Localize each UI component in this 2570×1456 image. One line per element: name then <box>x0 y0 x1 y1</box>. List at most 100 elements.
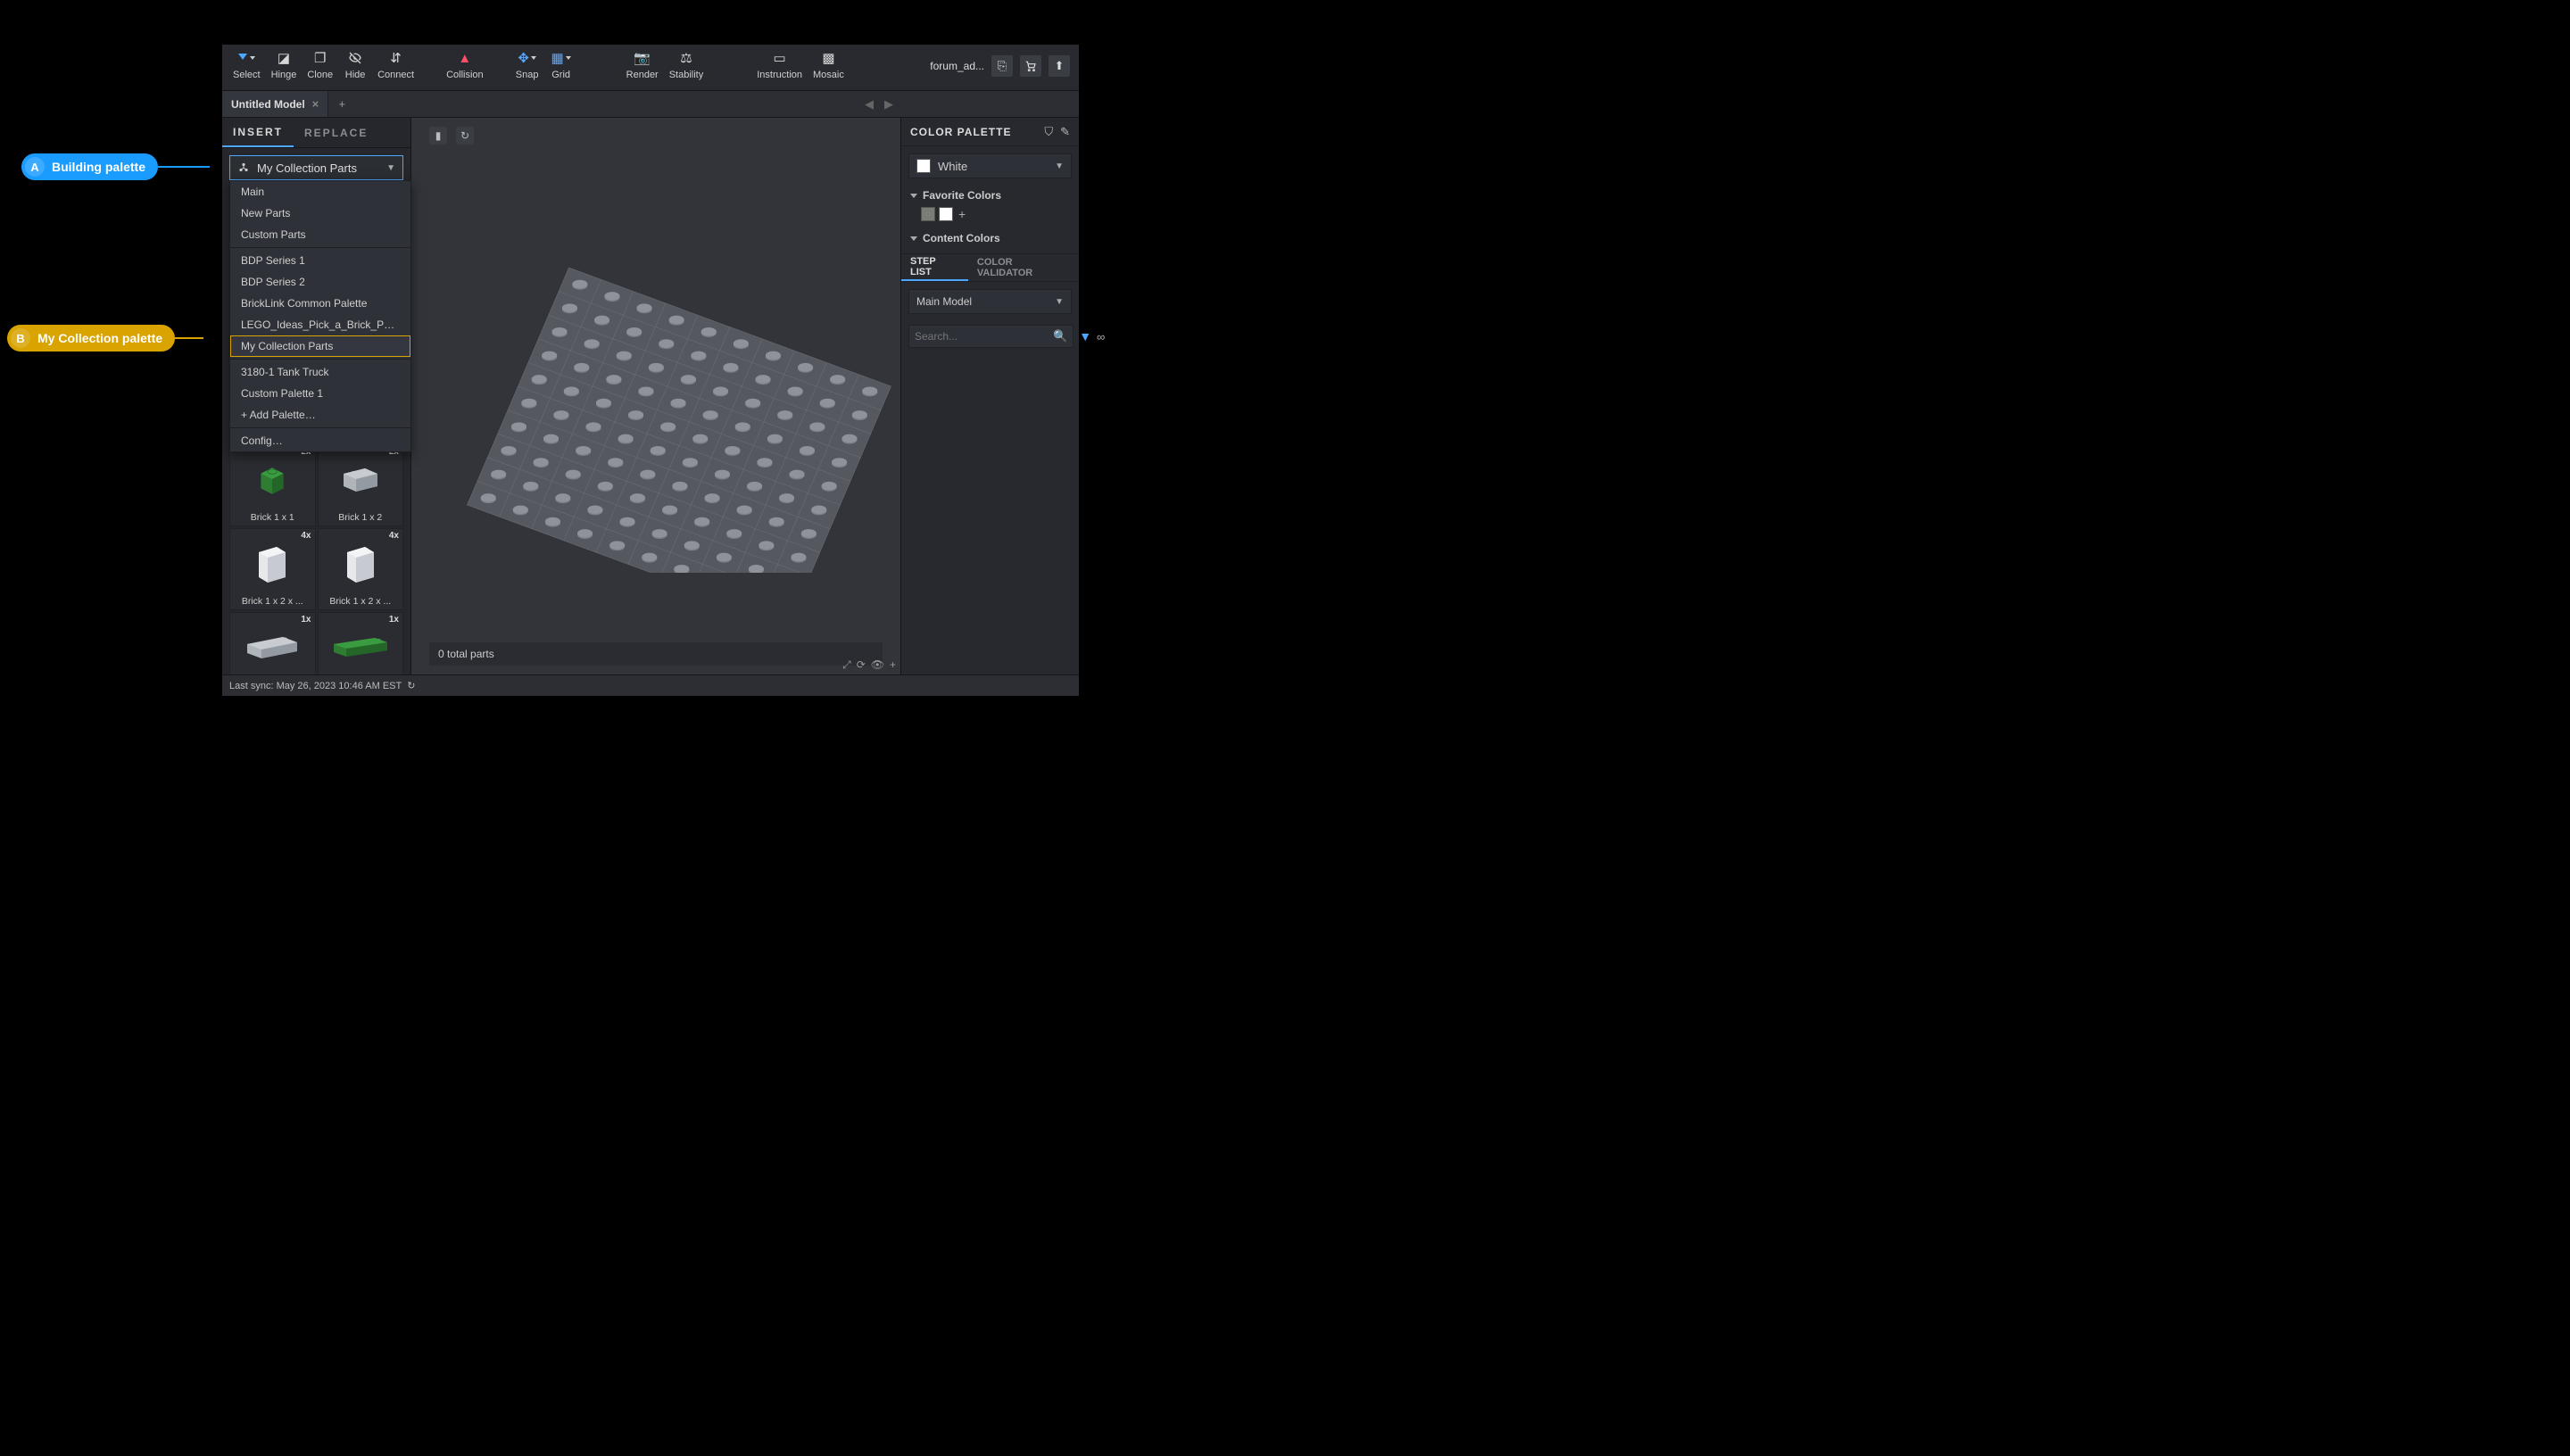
dropdown-item-custom-palette-1[interactable]: Custom Palette 1 <box>230 383 410 404</box>
add-view-icon[interactable]: + <box>890 658 896 672</box>
sync-refresh-icon[interactable]: ↻ <box>407 680 415 691</box>
cursor-icon <box>238 50 255 66</box>
nav-prev-icon[interactable]: ◀ <box>859 91 879 117</box>
render-label: Render <box>626 70 659 80</box>
step-search-input[interactable]: 🔍 <box>908 325 1074 348</box>
dropdown-item-bdp1[interactable]: BDP Series 1 <box>230 250 410 271</box>
dropdown-item-add-palette[interactable]: + Add Palette… <box>230 404 410 426</box>
part-card[interactable]: 1x Brick 1 x 4 <box>229 612 316 674</box>
brick-1x2-icon <box>338 447 383 511</box>
collision-label: Collision <box>446 70 484 80</box>
color-swatch-icon <box>916 159 931 173</box>
dropdown-item-bdp2[interactable]: BDP Series 2 <box>230 271 410 293</box>
right-tabs: STEP LIST COLOR VALIDATOR <box>901 253 1079 282</box>
palette-tree-icon <box>237 161 250 174</box>
favorite-colors-row: + <box>901 205 1079 228</box>
clone-icon: ❐ <box>314 50 326 66</box>
close-icon[interactable]: × <box>312 97 319 111</box>
callout-label: My Collection palette <box>37 331 162 345</box>
connect-tool[interactable]: ⇵ Connect <box>372 48 419 80</box>
filter-icon[interactable]: ▼ <box>1079 329 1091 343</box>
dropdown-item-new-parts[interactable]: New Parts <box>230 203 410 224</box>
part-card[interactable]: 4x Brick 1 x 2 x ... <box>318 528 404 610</box>
warning-icon: ▲ <box>458 50 471 66</box>
hide-tool[interactable]: Hide <box>338 48 372 80</box>
clone-tool[interactable]: ❐ Clone <box>302 48 338 80</box>
dropdown-item-lego-ideas[interactable]: LEGO_Ideas_Pick_a_Brick_Palette_... <box>230 314 410 335</box>
favorite-swatch[interactable] <box>939 207 953 221</box>
camera-toggle-icon[interactable]: ▮ <box>429 127 447 145</box>
hinge-tool[interactable]: ◪ Hinge <box>266 48 303 80</box>
connect-label: Connect <box>377 70 414 80</box>
part-card[interactable]: 4x Brick 1 x 2 x ... <box>229 528 316 610</box>
goggles-icon[interactable]: ∞ <box>1097 330 1105 343</box>
part-card[interactable]: 1x Brick 1 x 6 <box>318 612 404 674</box>
baseplate <box>465 234 893 573</box>
dropdown-item-main[interactable]: Main <box>230 181 410 203</box>
dropdown-item-custom-parts[interactable]: Custom Parts <box>230 224 410 245</box>
last-sync-label: Last sync: May 26, 2023 10:46 AM EST <box>229 681 402 691</box>
mosaic-tool[interactable]: ▩ Mosaic <box>808 48 850 80</box>
tab-replace[interactable]: REPLACE <box>294 118 378 147</box>
part-card[interactable]: 2x Brick 1 x 1 <box>229 444 316 526</box>
document-tab[interactable]: Untitled Model × <box>222 91 328 117</box>
brick-tall-icon <box>252 531 293 595</box>
right-panel: COLOR PALETTE ⛉ ✎ White ▼ Favorite Color… <box>900 118 1079 674</box>
book-icon: ▭ <box>774 50 786 66</box>
tab-color-validator[interactable]: COLOR VALIDATOR <box>968 254 1079 281</box>
visibility-icon[interactable]: 👁 <box>871 658 884 672</box>
collapse-icon[interactable]: ⤢ <box>842 658 851 672</box>
search-field[interactable] <box>915 330 1053 343</box>
current-color-select[interactable]: White ▼ <box>908 153 1072 178</box>
callout-label: Building palette <box>52 160 145 174</box>
filter-palette-icon[interactable]: ⛉ <box>1044 125 1053 139</box>
tab-step-list[interactable]: STEP LIST <box>901 254 968 281</box>
dropdown-item-tank[interactable]: 3180-1 Tank Truck <box>230 361 410 383</box>
instruction-tool[interactable]: ▭ Instruction <box>751 48 808 80</box>
callout-letter: A <box>25 157 45 177</box>
app-footer: Last sync: May 26, 2023 10:46 AM EST ↻ <box>222 674 1079 696</box>
add-tab-button[interactable]: + <box>328 91 355 117</box>
camera-icon: 📷 <box>634 50 651 66</box>
render-tool[interactable]: 📷 Render <box>621 48 664 80</box>
palette-selected-label: My Collection Parts <box>257 161 357 175</box>
content-colors-header[interactable]: Content Colors <box>901 228 1079 248</box>
dropdown-item-config[interactable]: Config… <box>230 430 410 451</box>
part-name: Brick 1 x 2 x ... <box>320 595 402 608</box>
snap-icon: ✥ <box>518 50 536 66</box>
snap-label: Snap <box>516 70 539 80</box>
nav-next-icon[interactable]: ▶ <box>879 91 899 117</box>
snap-tool[interactable]: ✥ Snap <box>510 48 544 80</box>
select-tool[interactable]: Select <box>228 48 266 80</box>
part-name: Brick 1 x 1 <box>232 511 313 524</box>
search-icon: 🔍 <box>1053 329 1067 343</box>
import-button[interactable]: ⎘ <box>991 55 1013 77</box>
palette-dropdown: Main New Parts Custom Parts BDP Series 1… <box>229 180 411 452</box>
collision-tool[interactable]: ▲ Collision <box>441 48 489 80</box>
cart-button[interactable] <box>1020 55 1041 77</box>
grid-tool[interactable]: ▦ Grid <box>544 48 578 80</box>
viewport-3d[interactable]: ▮ ↻ 0 total parts ⤢ ⟳ 👁 + <box>411 118 900 674</box>
refresh-icon[interactable]: ⟳ <box>857 658 866 672</box>
upload-button[interactable]: ⬆ <box>1049 55 1070 77</box>
favorite-swatch[interactable] <box>921 207 935 221</box>
username-label[interactable]: forum_ad... <box>930 60 984 72</box>
part-card[interactable]: 2x Brick 1 x 2 <box>318 444 404 526</box>
model-select[interactable]: Main Model ▼ <box>908 289 1072 314</box>
reload-view-icon[interactable]: ↻ <box>456 127 474 145</box>
eyedropper-icon[interactable]: ✎ <box>1060 125 1070 139</box>
mosaic-label: Mosaic <box>813 70 844 80</box>
document-title: Untitled Model <box>231 98 305 111</box>
select-label: Select <box>233 70 261 80</box>
dropdown-item-my-collection[interactable]: My Collection Parts <box>230 335 410 357</box>
tab-insert[interactable]: INSERT <box>222 118 294 147</box>
building-palette-select[interactable]: My Collection Parts ▼ <box>229 155 403 180</box>
hinge-icon: ◪ <box>278 50 290 66</box>
part-name: Brick 1 x 2 <box>320 511 402 524</box>
stability-tool[interactable]: ⚖ Stability <box>664 48 709 80</box>
dropdown-item-bricklink-common[interactable]: BrickLink Common Palette <box>230 293 410 314</box>
add-favorite-icon[interactable]: + <box>958 207 966 221</box>
favorite-colors-header[interactable]: Favorite Colors <box>901 186 1079 205</box>
brick-1x6-icon <box>330 615 391 674</box>
part-count: 1x <box>389 615 399 625</box>
